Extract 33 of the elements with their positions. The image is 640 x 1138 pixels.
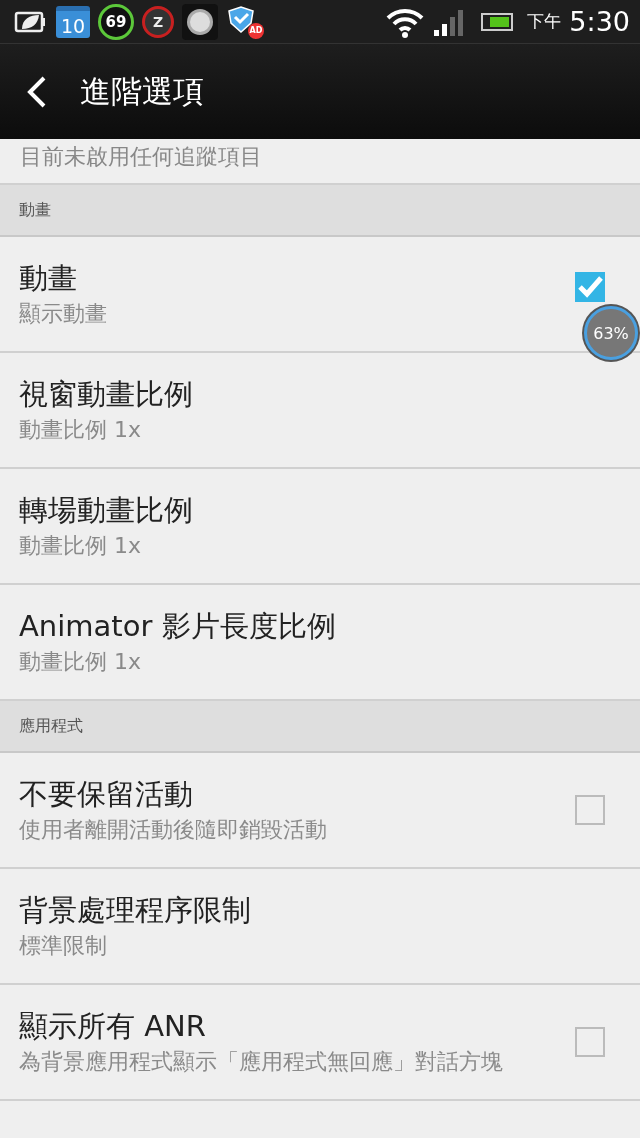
setting-title: 不要保留活動 (19, 776, 194, 813)
time-period: 下午 (527, 10, 562, 33)
setting-summary: 動畫比例 1x (19, 648, 142, 676)
setting-title: 視窗動畫比例 (19, 376, 194, 413)
setting-summary: 為背景應用程式顯示「應用程式無回應」對話方塊 (19, 1048, 504, 1076)
clock: 5:30 (569, 6, 630, 37)
setting-summary: 動畫比例 1x (19, 416, 142, 444)
setting-row[interactable]: 不要保留活動 使用者離開活動後隨即銷毀活動 (0, 753, 640, 869)
checkbox[interactable] (575, 1027, 605, 1057)
screen-title: 進階選項 (80, 71, 204, 111)
battery-icon (481, 12, 514, 31)
memory-widget[interactable]: 63% (584, 306, 638, 360)
setting-summary: 動畫比例 1x (19, 532, 142, 560)
setting-title: Animator 影片長度比例 (19, 608, 337, 645)
record-icon (182, 3, 218, 40)
setting-summary: 標準限制 (19, 932, 108, 960)
setting-row[interactable]: 顯示所有 ANR 為背景應用程式顯示「應用程式無回應」對話方塊 (0, 985, 640, 1101)
setting-summary: 顯示動畫 (19, 300, 108, 328)
alarm-clock-icon: Z (142, 5, 174, 38)
setting-row[interactable]: 背景處理程序限制 標準限制 (0, 869, 640, 985)
gauge-icon: 69 (98, 3, 134, 40)
checkbox[interactable] (575, 795, 605, 825)
setting-summary: 使用者離開活動後隨即銷毀活動 (19, 816, 328, 844)
section-header: 動畫 (0, 185, 640, 237)
checkbox[interactable] (575, 272, 605, 302)
setting-title: 背景處理程序限制 (19, 892, 252, 929)
setting-summary: 目前未啟用任何追蹤項目 (20, 145, 262, 169)
setting-title: 顯示所有 ANR (19, 1008, 207, 1045)
setting-row[interactable]: 轉場動畫比例 動畫比例 1x (0, 469, 640, 585)
setting-title: 轉場動畫比例 (19, 492, 194, 529)
section-header: 應用程式 (0, 701, 640, 753)
setting-title: 動畫 (19, 260, 78, 297)
calendar-icon: 10 (56, 5, 90, 38)
